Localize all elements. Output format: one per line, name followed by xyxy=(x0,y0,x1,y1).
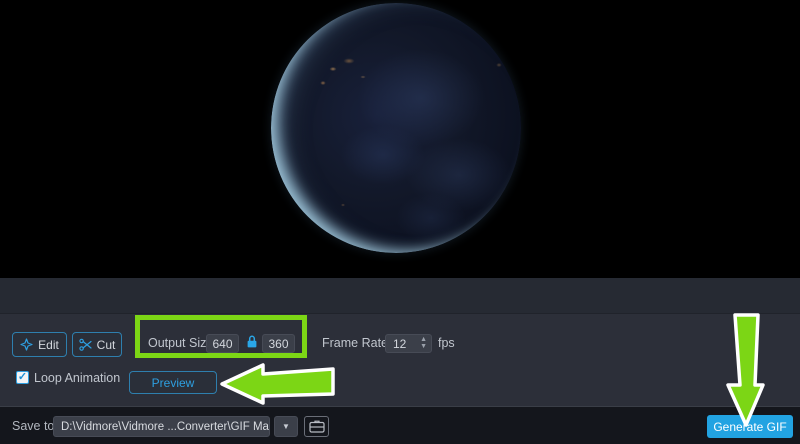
cut-button[interactable]: Cut xyxy=(72,332,122,357)
step-up-icon[interactable]: ▲ xyxy=(420,336,427,343)
edit-button[interactable]: Edit xyxy=(12,332,67,357)
output-width-field[interactable]: 640 xyxy=(206,334,239,353)
folder-icon xyxy=(309,420,325,433)
generate-gif-button[interactable]: Generate GIF xyxy=(707,415,793,438)
frame-rate-value: 12 xyxy=(393,337,406,351)
fps-unit-label: fps xyxy=(438,336,455,350)
video-preview xyxy=(0,0,800,278)
playback-bar: 00:00:23.13/00:00:28.18 xyxy=(0,278,800,313)
loop-animation-checkbox[interactable]: ✓ xyxy=(16,371,29,384)
control-panel xyxy=(0,313,800,406)
earth-city-lights xyxy=(271,3,521,253)
frame-rate-stepper[interactable]: 12 ▲ ▼ xyxy=(385,334,432,353)
scissors-icon xyxy=(79,338,92,351)
browse-folder-button[interactable] xyxy=(304,416,329,437)
gif-maker-window: 00:00:23.13/00:00:28.18 Edit Cut Output … xyxy=(0,0,800,444)
generate-gif-label: Generate GIF xyxy=(713,420,786,434)
step-down-icon[interactable]: ▼ xyxy=(420,343,427,350)
check-icon: ✓ xyxy=(18,371,27,383)
magic-wand-icon xyxy=(20,338,33,351)
loop-animation-label: Loop Animation xyxy=(34,371,120,385)
earth-video-frame xyxy=(271,3,521,253)
cut-button-label: Cut xyxy=(97,338,116,352)
save-to-label: Save to: xyxy=(12,419,58,433)
chevron-down-icon: ▼ xyxy=(282,422,290,431)
stepper-arrows[interactable]: ▲ ▼ xyxy=(420,336,427,350)
lock-aspect-icon[interactable] xyxy=(246,334,258,349)
save-path-select[interactable]: D:\Vidmore\Vidmore ...Converter\GIF Make… xyxy=(53,416,270,437)
preview-button[interactable]: Preview xyxy=(129,371,217,394)
save-path-value: D:\Vidmore\Vidmore ...Converter\GIF Make… xyxy=(61,421,270,433)
frame-rate-label: Frame Rate: xyxy=(322,336,391,350)
preview-button-label: Preview xyxy=(152,376,195,390)
save-path-dropdown-button[interactable]: ▼ xyxy=(274,416,298,437)
edit-button-label: Edit xyxy=(38,338,59,352)
output-height-field[interactable]: 360 xyxy=(262,334,295,353)
